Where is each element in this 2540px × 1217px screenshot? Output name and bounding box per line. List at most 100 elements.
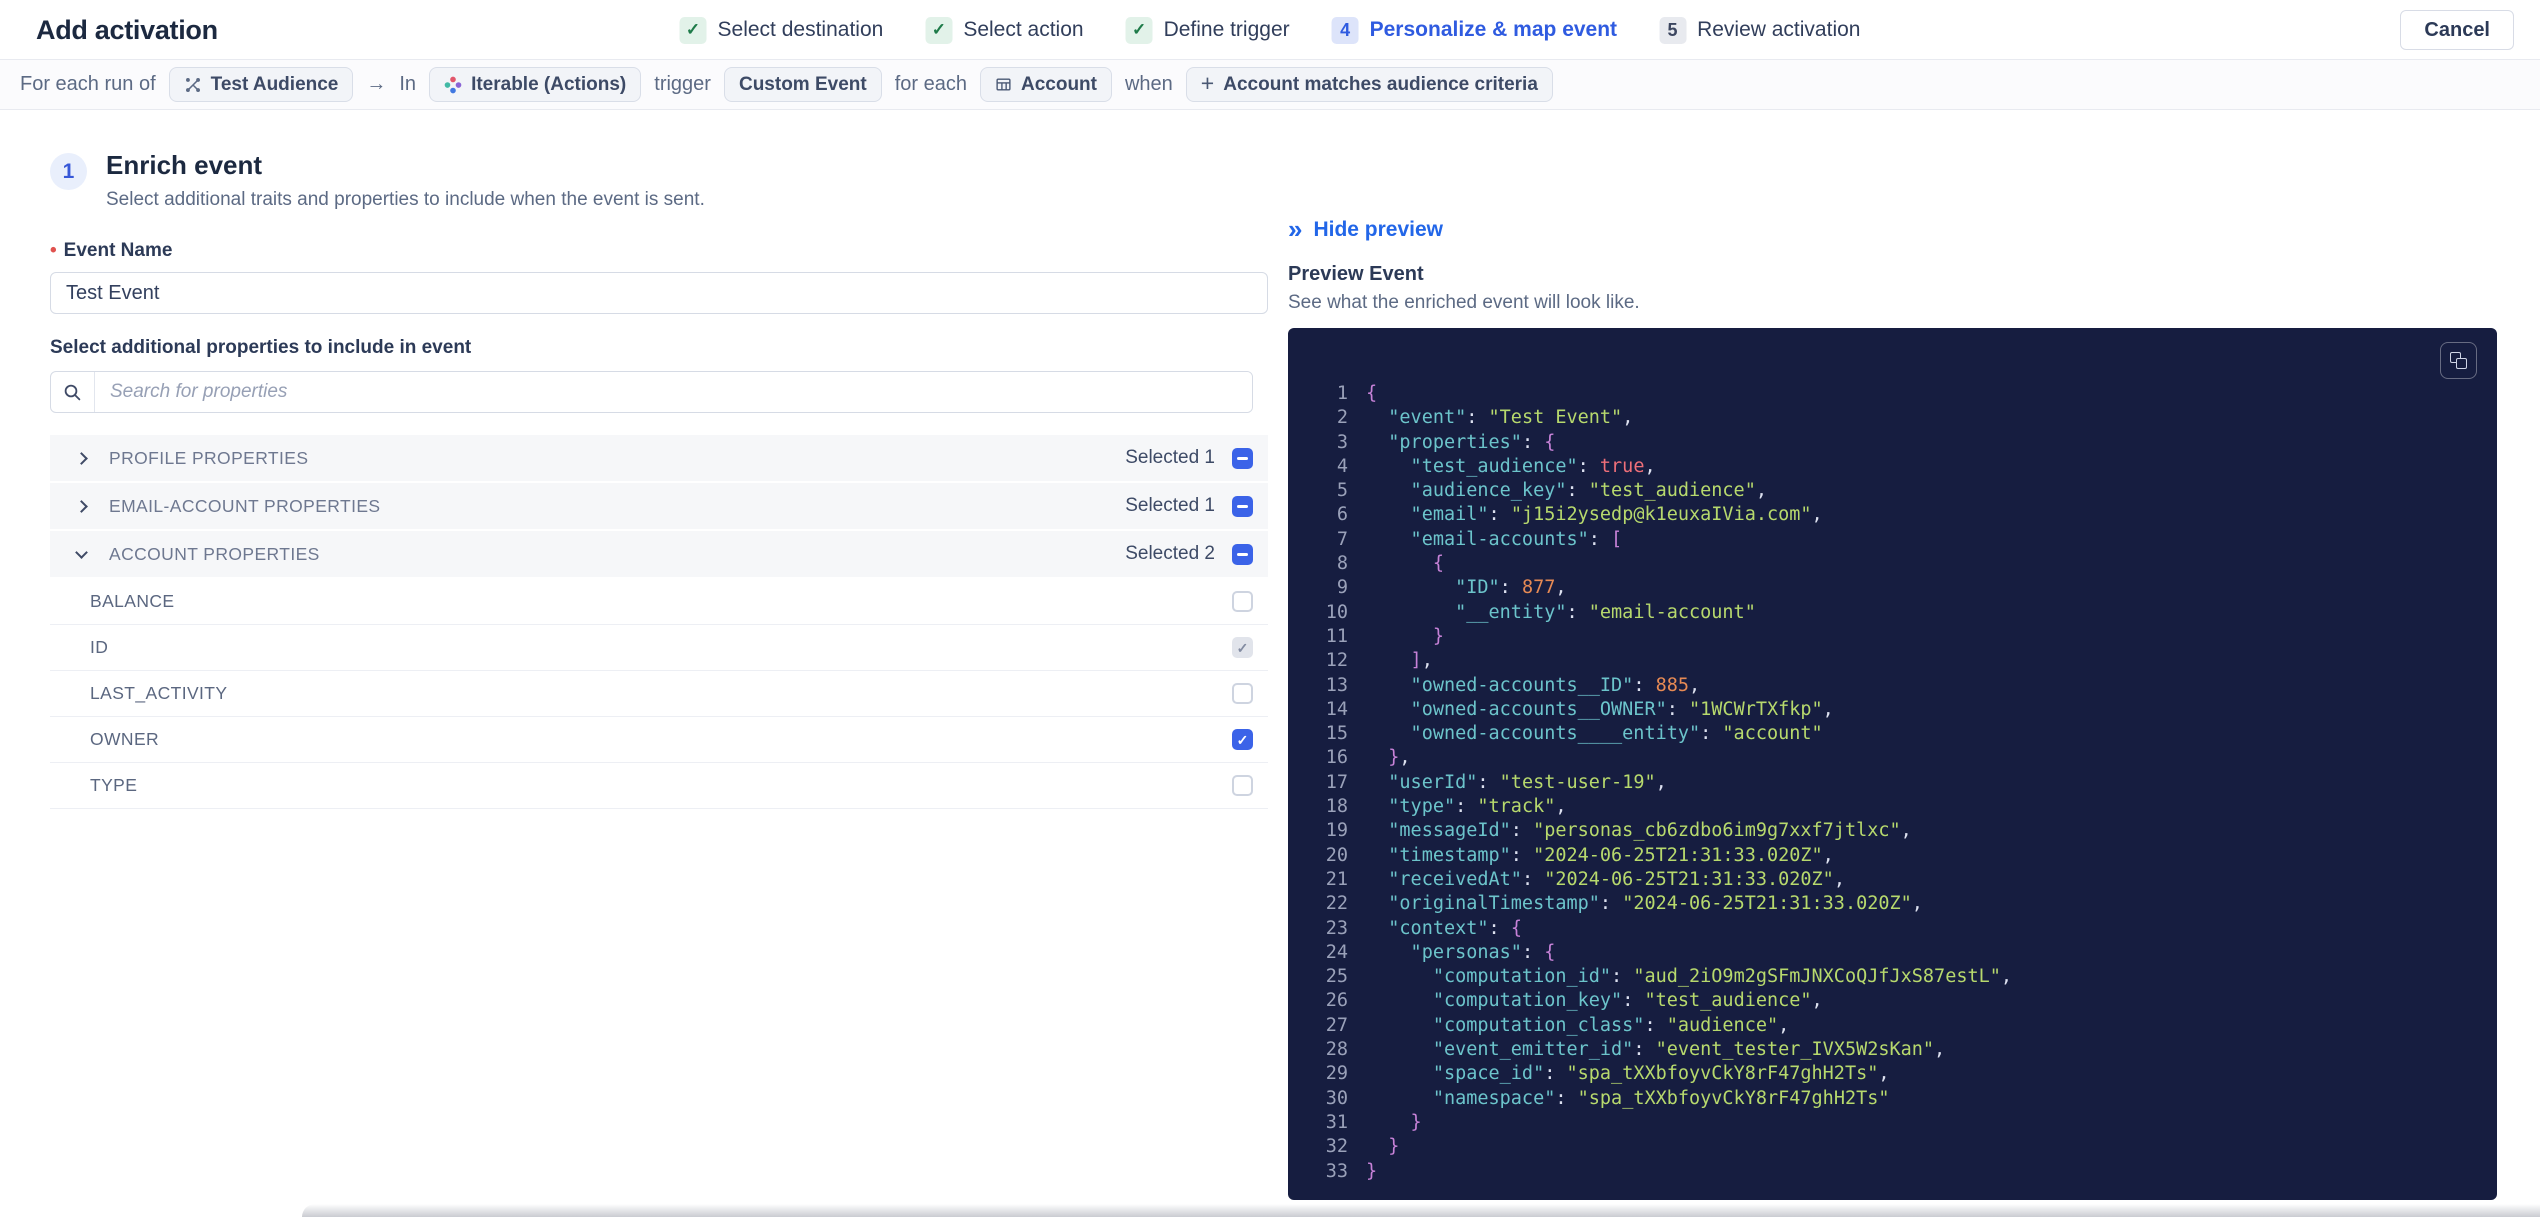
cancel-button[interactable]: Cancel bbox=[2400, 10, 2514, 50]
context-chip-iterable-actions[interactable]: Iterable (Actions) bbox=[429, 67, 642, 102]
line-number: 32 bbox=[1325, 1136, 1348, 1158]
line-number: 14 bbox=[1325, 698, 1348, 720]
step-number-badge: 5 bbox=[1659, 16, 1687, 44]
stepper-step-select-destination[interactable]: ✓ Select destination bbox=[679, 16, 884, 44]
search-input[interactable] bbox=[95, 372, 1252, 412]
section-title: Enrich event bbox=[106, 150, 263, 180]
code-line: 2 "event": "Test Event", bbox=[1288, 406, 2497, 430]
line-number: 20 bbox=[1325, 844, 1348, 866]
group-header-account-properties[interactable]: ACCOUNT PROPERTIES Selected 2 bbox=[50, 531, 1268, 577]
line-number: 13 bbox=[1325, 674, 1348, 696]
step-label: Review activation bbox=[1697, 18, 1861, 41]
line-number: 9 bbox=[1336, 577, 1348, 599]
context-chip-account[interactable]: Account bbox=[979, 67, 1112, 102]
code-line: 14 "owned-accounts__OWNER": "1WCWrTXfkp"… bbox=[1288, 698, 2497, 722]
line-number: 17 bbox=[1325, 771, 1348, 793]
line-number: 1 bbox=[1336, 383, 1348, 404]
page-title: Add activation bbox=[36, 14, 218, 45]
chevron-right-icon bbox=[75, 451, 88, 465]
line-number: 19 bbox=[1325, 820, 1348, 842]
line-number: 5 bbox=[1336, 480, 1348, 502]
line-number: 12 bbox=[1325, 650, 1348, 672]
hide-preview-link[interactable]: » Hide preview bbox=[1288, 216, 1443, 242]
stepper-step-review-activation: 5 Review activation bbox=[1659, 16, 1861, 44]
code-line: 28 "event_emitter_id": "event_tester_IVX… bbox=[1288, 1038, 2497, 1062]
property-row-owner[interactable]: OWNER ✓ bbox=[50, 717, 1268, 763]
group-checkbox-indeterminate[interactable] bbox=[1232, 543, 1253, 565]
property-row-type[interactable]: TYPE bbox=[50, 763, 1268, 809]
event-name-input[interactable] bbox=[50, 272, 1268, 314]
code-line: 13 "owned-accounts__ID": 885, bbox=[1288, 674, 2497, 698]
line-number: 26 bbox=[1325, 990, 1348, 1012]
line-number: 11 bbox=[1325, 625, 1348, 647]
property-groups: PROFILE PROPERTIES Selected 1 EMAIL-ACCOUN… bbox=[50, 435, 1268, 809]
code-line: 7 "email-accounts": [ bbox=[1288, 528, 2497, 552]
stepper-step-personalize-map-event[interactable]: 4 Personalize & map event bbox=[1331, 16, 1617, 44]
property-row-last-activity[interactable]: LAST_ACTIVITY bbox=[50, 671, 1268, 717]
property-row-id[interactable]: ID ✓ bbox=[50, 625, 1268, 671]
group-header-right: Selected 1 bbox=[1125, 495, 1268, 517]
code-line: 5 "audience_key": "test_audience", bbox=[1288, 479, 2497, 503]
audience-icon bbox=[185, 77, 200, 92]
chevron-down-icon bbox=[75, 546, 88, 559]
group-header-right: Selected 1 bbox=[1125, 447, 1268, 469]
group-header-profile-properties[interactable]: PROFILE PROPERTIES Selected 1 bbox=[50, 435, 1268, 481]
code-panel: 1{2 "event": "Test Event", 3 "properties"… bbox=[1288, 328, 2497, 1200]
code-line: 31 } bbox=[1288, 1111, 2497, 1135]
context-chip-account-matches-audience-criteria[interactable]: + Account matches audience criteria bbox=[1185, 67, 1553, 102]
context-chip-custom-event[interactable]: Custom Event bbox=[723, 67, 882, 102]
chip-label: Account matches audience criteria bbox=[1223, 73, 1538, 95]
property-label: BALANCE bbox=[90, 591, 175, 611]
property-checkbox[interactable] bbox=[1232, 683, 1253, 704]
context-chip-test-audience[interactable]: Test Audience bbox=[168, 67, 354, 102]
required-marker: • bbox=[50, 240, 57, 261]
group-checkbox-indeterminate[interactable] bbox=[1232, 447, 1253, 469]
property-checkbox[interactable] bbox=[1232, 591, 1253, 612]
stepper-step-define-trigger[interactable]: ✓ Define trigger bbox=[1125, 16, 1290, 44]
code-line: 32 } bbox=[1288, 1135, 2497, 1159]
preview-title: Preview Event bbox=[1288, 263, 1424, 285]
code-line: 19 "messageId": "personas_cb6zdbo6im9g7x… bbox=[1288, 819, 2497, 843]
copy-button[interactable] bbox=[2440, 342, 2477, 379]
group-checkbox-indeterminate[interactable] bbox=[1232, 495, 1253, 517]
line-number: 28 bbox=[1325, 1039, 1348, 1061]
trigger-summary-bar: For each run of Test Audience → In Iterable … bbox=[0, 60, 2540, 110]
selected-count: Selected 1 bbox=[1125, 495, 1215, 516]
step-number-badge: 4 bbox=[1331, 16, 1359, 44]
property-checkbox[interactable] bbox=[1232, 775, 1253, 796]
property-label: TYPE bbox=[90, 775, 138, 795]
code-line: 4 "test_audience": true, bbox=[1288, 455, 2497, 479]
property-checkbox[interactable]: ✓ bbox=[1232, 729, 1253, 750]
selected-count: Selected 2 bbox=[1125, 543, 1215, 564]
property-row-balance[interactable]: BALANCE bbox=[50, 579, 1268, 625]
line-number: 4 bbox=[1336, 455, 1348, 477]
property-label: ID bbox=[90, 637, 109, 657]
code-line: 22 "originalTimestamp": "2024-06-25T21:3… bbox=[1288, 892, 2497, 916]
step-label: Select action bbox=[963, 18, 1084, 41]
line-number: 24 bbox=[1325, 941, 1348, 963]
stepper-step-select-action[interactable]: ✓ Select action bbox=[925, 16, 1084, 44]
event-name-label-text: Event Name bbox=[63, 240, 173, 261]
line-number: 16 bbox=[1325, 747, 1348, 769]
step-label: Define trigger bbox=[1163, 18, 1290, 41]
line-number: 21 bbox=[1325, 868, 1348, 890]
context-text: for each bbox=[894, 73, 967, 95]
line-number: 2 bbox=[1336, 407, 1348, 429]
bottom-shadow bbox=[302, 1204, 2540, 1217]
line-number: 8 bbox=[1336, 553, 1348, 575]
iterable-logo bbox=[444, 76, 462, 93]
section-header: 1 Enrich event Select additional traits … bbox=[50, 150, 1268, 211]
group-header-email-account-properties[interactable]: EMAIL-ACCOUNT PROPERTIES Selected 1 bbox=[50, 483, 1268, 529]
line-number: 3 bbox=[1336, 431, 1348, 453]
property-search bbox=[50, 371, 1253, 413]
line-number: 18 bbox=[1325, 796, 1348, 818]
property-checkbox[interactable]: ✓ bbox=[1232, 637, 1253, 658]
chip-label: Test Audience bbox=[210, 73, 339, 95]
line-number: 23 bbox=[1325, 917, 1348, 939]
check-icon: ✓ bbox=[925, 16, 953, 44]
code-line: 33} bbox=[1288, 1160, 2497, 1184]
line-number: 6 bbox=[1336, 504, 1348, 526]
code-line: 17 "userId": "test-user-19", bbox=[1288, 771, 2497, 795]
step-label: Select destination bbox=[717, 18, 884, 41]
context-text: In bbox=[399, 73, 417, 95]
